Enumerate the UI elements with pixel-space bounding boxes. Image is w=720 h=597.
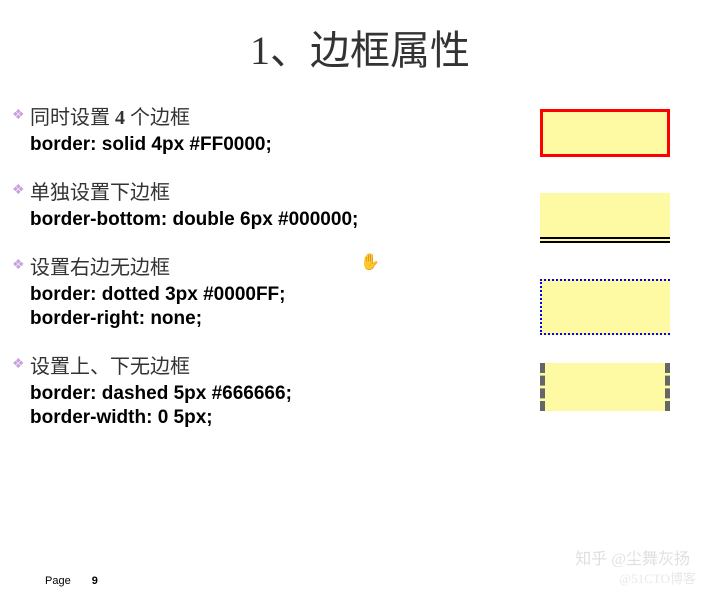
footer-label: Page	[45, 575, 71, 587]
border-sample-solid-red	[540, 109, 670, 157]
item-description: 同时设置 4 个边框	[30, 101, 540, 130]
bullet-icon: ❖	[12, 256, 25, 273]
border-item-1: ❖ 同时设置 4 个边框 border: solid 4px #FF0000;	[30, 101, 540, 156]
item-description: 设置上、下无边框	[30, 350, 540, 379]
border-item-4: ❖ 设置上、下无边框 border: dashed 5px #666666; b…	[30, 350, 540, 429]
bullet-icon: ❖	[12, 355, 25, 372]
bullet-icon: ❖	[12, 106, 25, 123]
desc-text: 设置右边无边框	[30, 257, 170, 279]
code-line: border: dotted 3px #0000FF;	[30, 284, 540, 306]
sample-column	[540, 101, 690, 449]
desc-text: 个边框	[125, 107, 190, 129]
content-area: ❖ 同时设置 4 个边框 border: solid 4px #FF0000; …	[0, 101, 720, 449]
code-line: border-bottom: double 6px #000000;	[30, 209, 540, 231]
desc-text: 设置上、下无边框	[30, 356, 190, 378]
watermark-51cto: @51CTO博客	[619, 568, 696, 587]
border-sample-double-bottom	[540, 193, 670, 243]
item-description: 设置右边无边框	[30, 251, 540, 280]
slide-title: 1、边框属性	[0, 0, 720, 101]
code-line: border-width: 0 5px;	[30, 407, 540, 429]
desc-text: 单独设置下边框	[30, 182, 170, 204]
border-sample-dotted-blue	[540, 279, 670, 335]
border-sample-dashed-sides	[540, 363, 670, 411]
code-line: border: dashed 5px #666666;	[30, 383, 540, 405]
code-line: border: solid 4px #FF0000;	[30, 134, 540, 156]
watermark-zhihu: 知乎 @尘舞灰扬	[575, 545, 690, 569]
desc-text: 同时设置	[30, 107, 115, 129]
border-item-3: ❖ 设置右边无边框 border: dotted 3px #0000FF; bo…	[30, 251, 540, 330]
text-column: ❖ 同时设置 4 个边框 border: solid 4px #FF0000; …	[30, 101, 540, 449]
cursor-hand-icon: ✋	[360, 252, 380, 272]
bullet-icon: ❖	[12, 181, 25, 198]
code-line: border-right: none;	[30, 308, 540, 330]
page-number: 9	[92, 575, 98, 587]
page-footer: Page 9	[45, 575, 98, 587]
item-description: 单独设置下边框	[30, 176, 540, 205]
desc-bold: 4	[115, 107, 125, 129]
border-item-2: ❖ 单独设置下边框 border-bottom: double 6px #000…	[30, 176, 540, 231]
